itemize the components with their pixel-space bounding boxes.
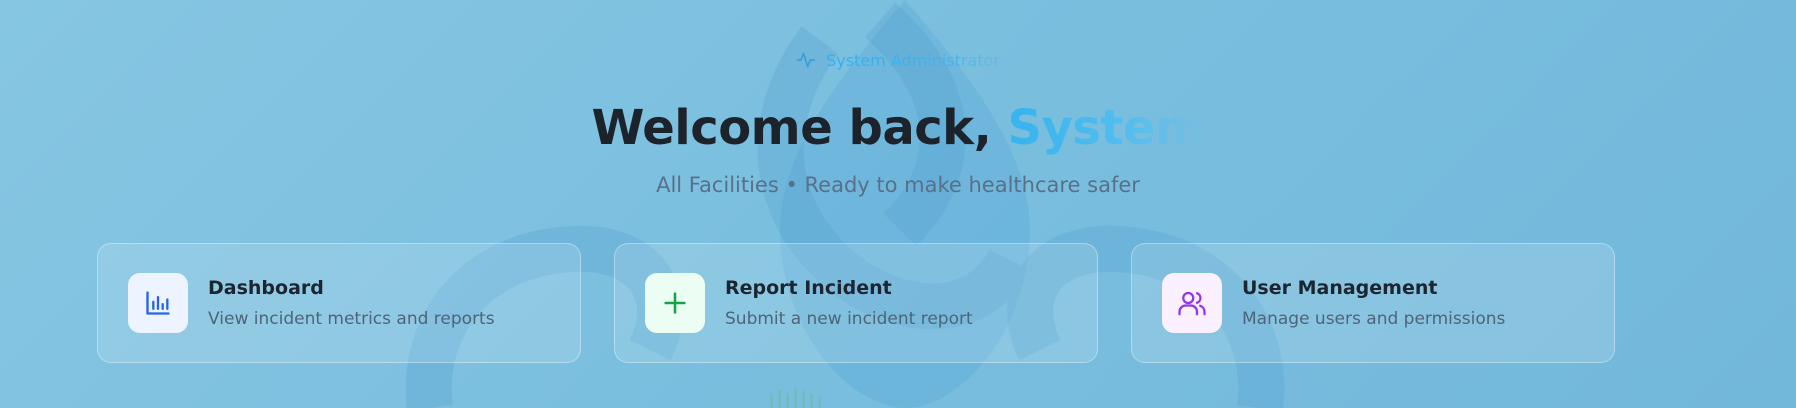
user-management-card-description: Manage users and permissions [1242,309,1506,329]
activity-icon [796,52,816,68]
welcome-prefix: Welcome back, [591,100,1008,156]
dashboard-card-title: Dashboard [208,277,324,299]
dashboard-card[interactable]: Dashboard View incident metrics and repo… [97,243,581,363]
report-incident-icon-tile [645,273,705,333]
user-management-card-title: User Management [1242,277,1438,299]
plus-icon [664,292,686,314]
user-management-icon-tile [1162,273,1222,333]
users-icon [1178,291,1206,316]
dashboard-card-description: View incident metrics and reports [208,309,495,329]
user-management-card[interactable]: User Management Manage users and permiss… [1131,243,1615,363]
user-role-label: System Administrator [826,50,1000,70]
dashboard-icon-tile [128,273,188,333]
welcome-heading: Welcome back, System [0,100,1796,156]
role-indicator: System Administrator [0,50,1796,70]
report-incident-card[interactable]: Report Incident Submit a new incident re… [614,243,1098,363]
bar-chart-icon [146,291,170,315]
welcome-subtitle: All Facilities • Ready to make healthcar… [656,173,1140,197]
welcome-user-name: System [1007,100,1205,156]
report-incident-card-description: Submit a new incident report [725,309,973,329]
report-incident-card-title: Report Incident [725,277,892,299]
